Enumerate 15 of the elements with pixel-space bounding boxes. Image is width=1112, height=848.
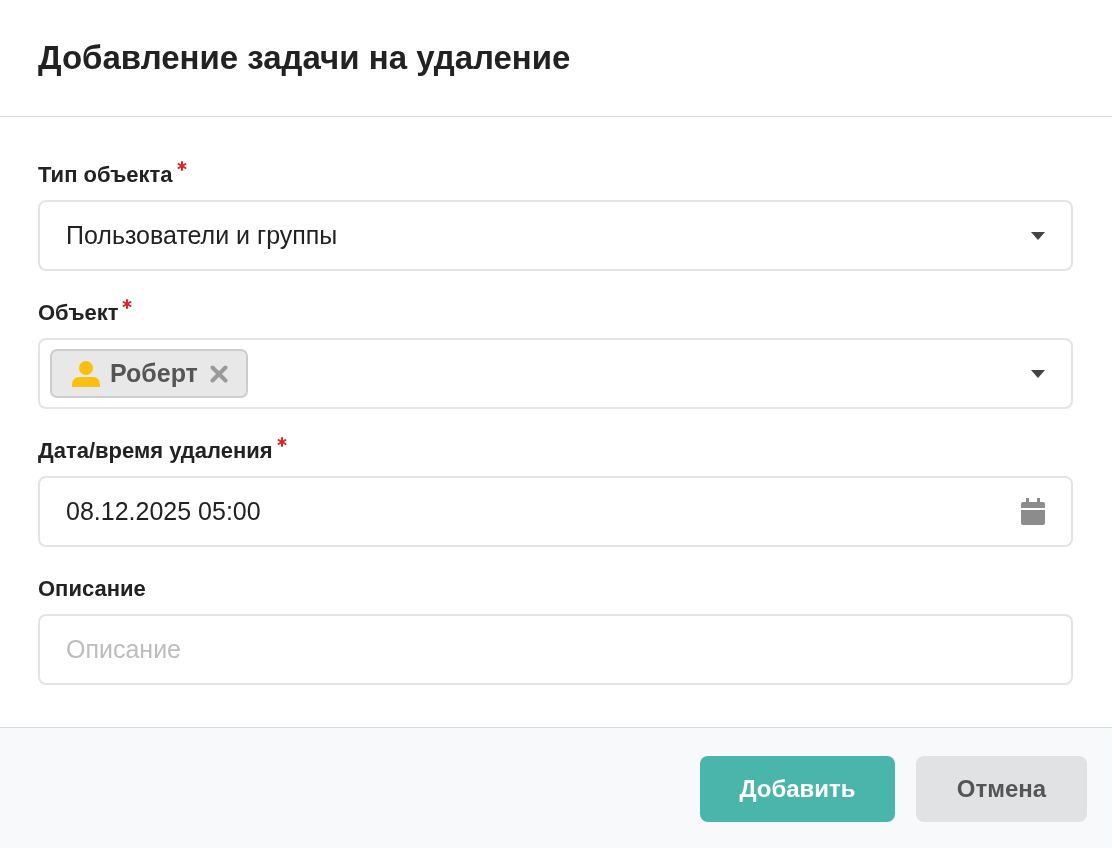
dialog-title: Добавление задачи на удаление bbox=[38, 39, 571, 77]
text-field[interactable]: Описание bbox=[38, 614, 1073, 685]
select-field[interactable]: Пользователи и группы bbox=[38, 200, 1073, 271]
date-field[interactable]: 08.12.2025 05:00 bbox=[38, 476, 1073, 547]
field-label: Тип объекта bbox=[38, 161, 173, 189]
field-label: Описание bbox=[38, 575, 146, 603]
multiselect-field[interactable]: Роберт bbox=[38, 338, 1073, 409]
user-tag[interactable]: Роберт bbox=[50, 349, 248, 398]
user-icon bbox=[72, 360, 100, 387]
calendar-icon[interactable] bbox=[1021, 498, 1045, 525]
field-label: Объект bbox=[38, 299, 119, 327]
field-label: Дата/время удаления bbox=[38, 437, 273, 465]
caret-icon[interactable] bbox=[1031, 369, 1045, 378]
caret-icon[interactable] bbox=[1031, 231, 1045, 240]
cancel-button[interactable]: Отмена bbox=[916, 756, 1087, 822]
